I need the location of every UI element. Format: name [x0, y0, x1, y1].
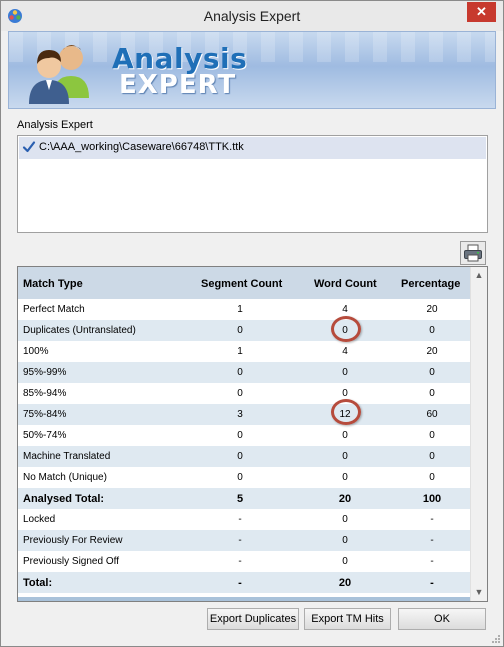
segment-count-cell-value: 3 [237, 409, 243, 420]
percentage-cell-value: 0 [429, 367, 435, 378]
close-button[interactable]: ✕ [467, 2, 496, 22]
segment-count-cell-value: - [238, 535, 242, 546]
word-count-cell-value: 0 [342, 535, 348, 546]
vertical-scrollbar[interactable]: ▲ ▼ [470, 267, 487, 601]
header-match-type[interactable]: Match Type [23, 278, 83, 290]
table-row[interactable]: 95%-99% 0 0 0 [18, 362, 470, 383]
segment-count-cell-value: 0 [237, 451, 243, 462]
header-banner: Analysis EXPERT [8, 31, 496, 109]
highlight-circle-duplicates [331, 316, 361, 342]
segment-count-cell-value: 0 [237, 388, 243, 399]
header-word-count[interactable]: Word Count [314, 278, 377, 290]
percentage-cell-value: 0 [429, 325, 435, 336]
percentage-cell-value: 100 [422, 493, 442, 505]
segment-count-cell-value: 1 [237, 304, 243, 315]
word-count-cell-value: 20 [338, 577, 352, 589]
segment-count-cell-value: 5 [236, 493, 244, 505]
percentage-cell-value: - [430, 535, 434, 546]
segment-count-cell-value: - [238, 556, 242, 567]
percentage-cell-value: 0 [429, 451, 435, 462]
table-row[interactable]: Locked - 0 - [18, 509, 470, 530]
file-list[interactable]: C:\AAA_working\Caseware\66748\TTK.ttk [17, 135, 488, 233]
percentage-cell-value: - [430, 514, 434, 525]
word-count-cell-value: 0 [342, 514, 348, 525]
match-type-cell: Previously For Review [23, 535, 123, 546]
percentage-cell-value: 20 [426, 346, 438, 357]
word-count-cell-value: 4 [342, 346, 348, 357]
word-count-cell-value: 20 [338, 493, 352, 505]
table-row[interactable]: Analysed Total: 5 20 100 [18, 488, 470, 509]
segment-count-cell-value: 0 [237, 367, 243, 378]
segment-count-cell-value: 1 [237, 346, 243, 357]
grid-bottom-band [18, 597, 470, 601]
table-row[interactable]: 100% 1 4 20 [18, 341, 470, 362]
highlight-circle-75-84 [331, 399, 361, 425]
header-segment-count[interactable]: Segment Count [201, 278, 282, 290]
match-type-cell: Duplicates (Untranslated) [23, 325, 136, 336]
word-count-cell-value: 4 [342, 304, 348, 315]
grid-header: Match Type Segment Count Word Count Perc… [18, 267, 470, 299]
header-percentage[interactable]: Percentage [401, 278, 460, 290]
percentage-cell-value: - [430, 577, 434, 589]
table-row[interactable]: 50%-74% 0 0 0 [18, 425, 470, 446]
segment-count-cell-value: 0 [237, 430, 243, 441]
match-type-cell: Previously Signed Off [23, 556, 119, 567]
match-type-cell: No Match (Unique) [23, 472, 107, 483]
segment-count-cell-value: 0 [237, 325, 243, 336]
printer-icon [464, 244, 482, 262]
table-row[interactable]: Duplicates (Untranslated) 0 0 0 [18, 320, 470, 341]
segment-count-cell-value: - [238, 577, 242, 589]
export-tm-hits-button[interactable]: Export TM Hits [304, 608, 391, 630]
match-type-cell: Total: [23, 577, 53, 589]
file-list-item[interactable]: C:\AAA_working\Caseware\66748\TTK.ttk [19, 137, 486, 159]
table-row[interactable]: 85%-94% 0 0 0 [18, 383, 470, 404]
table-row[interactable]: Previously For Review - 0 - [18, 530, 470, 551]
window-title: Analysis Expert [203, 8, 301, 24]
scroll-up-arrow-icon[interactable]: ▲ [474, 270, 484, 280]
grid-body: Perfect Match 1 4 20 Duplicates (Untranslate… [18, 299, 470, 593]
table-row[interactable]: Perfect Match 1 4 20 [18, 299, 470, 320]
word-count-cell-value: 0 [342, 367, 348, 378]
match-type-cell: Analysed Total: [23, 493, 105, 505]
users-icon [29, 45, 89, 104]
match-type-cell: Perfect Match [23, 304, 85, 315]
match-type-cell: Machine Translated [23, 451, 111, 462]
match-type-cell: 100% [23, 346, 49, 357]
table-row[interactable]: No Match (Unique) 0 0 0 [18, 467, 470, 488]
print-button[interactable] [460, 241, 486, 265]
match-type-cell: Locked [23, 514, 56, 525]
table-row[interactable]: Total: - 20 - [18, 572, 470, 593]
segment-count-cell-value: 0 [237, 472, 243, 483]
percentage-cell-value: 0 [429, 388, 435, 399]
match-type-cell: 75%-84% [23, 409, 67, 420]
scroll-down-arrow-icon[interactable]: ▼ [474, 587, 484, 597]
analysis-expert-window: Analysis Expert ✕ Analysis EXPERT Analys… [0, 0, 504, 647]
word-count-cell-value: 0 [342, 556, 348, 567]
table-row[interactable]: Machine Translated 0 0 0 [18, 446, 470, 467]
segment-count-cell-value: - [238, 514, 242, 525]
word-count-cell-value: 0 [342, 430, 348, 441]
table-row[interactable]: 75%-84% 3 12 60 [18, 404, 470, 425]
resize-grip-icon[interactable] [491, 634, 501, 644]
checkmark-icon[interactable] [22, 140, 36, 154]
match-type-cell: 85%-94% [23, 388, 67, 399]
file-list-label: Analysis Expert [17, 119, 93, 131]
word-count-cell-value: 0 [342, 451, 348, 462]
match-type-cell: 95%-99% [23, 367, 67, 378]
percentage-cell-value: 0 [429, 472, 435, 483]
word-count-cell-value: 0 [342, 388, 348, 399]
ok-button[interactable]: OK [398, 608, 486, 630]
analysis-grid: Match Type Segment Count Word Count Perc… [17, 266, 488, 602]
percentage-cell-value: 60 [426, 409, 438, 420]
title-bar[interactable]: Analysis Expert ✕ [1, 1, 503, 31]
percentage-cell-value: 0 [429, 430, 435, 441]
percentage-cell-value: 20 [426, 304, 438, 315]
table-row[interactable]: Previously Signed Off - 0 - [18, 551, 470, 572]
export-duplicates-button[interactable]: Export Duplicates [207, 608, 299, 630]
banner-title-expert: EXPERT [119, 70, 237, 100]
percentage-cell-value: - [430, 556, 434, 567]
file-path: C:\AAA_working\Caseware\66748\TTK.ttk [39, 141, 244, 153]
match-type-cell: 50%-74% [23, 430, 67, 441]
word-count-cell-value: 0 [342, 472, 348, 483]
